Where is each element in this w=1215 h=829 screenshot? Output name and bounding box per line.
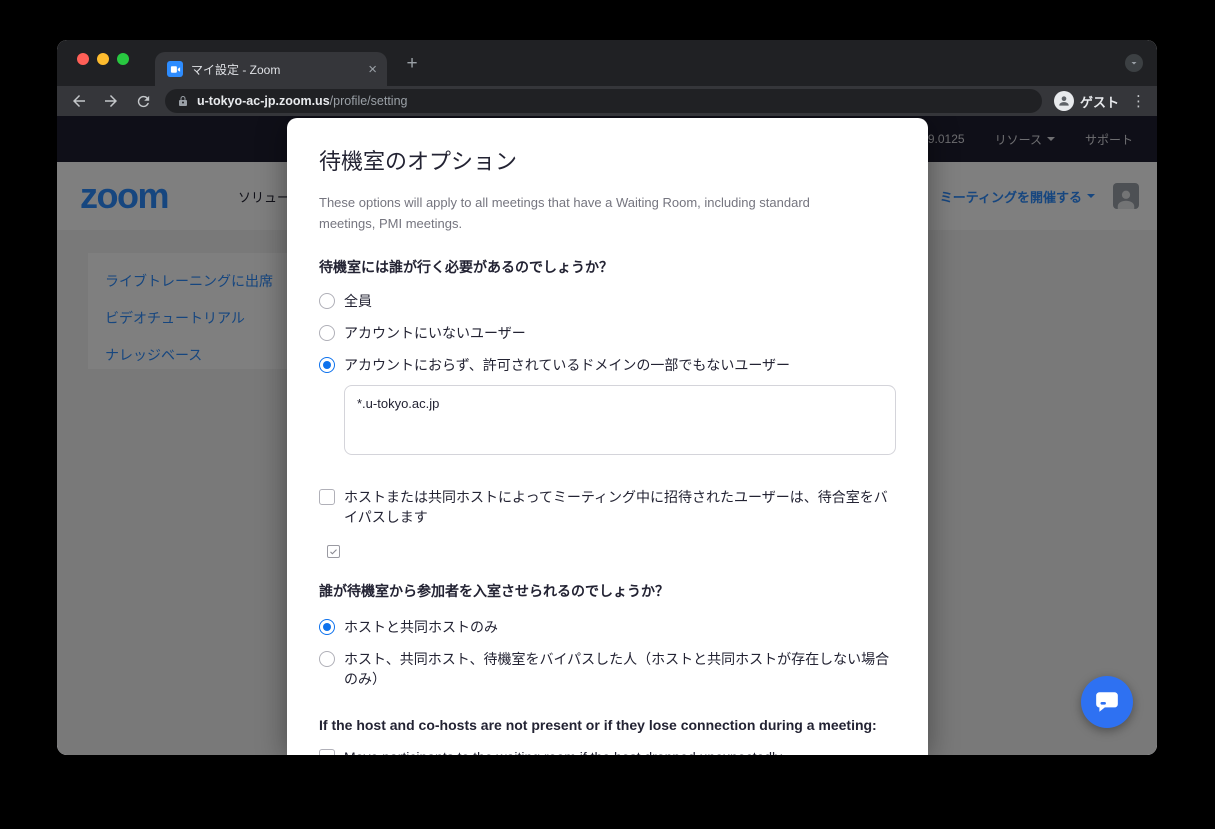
browser-toolbar: u-tokyo-ac-jp.zoom.us/profile/setting ゲス… xyxy=(57,86,1157,116)
q2-options: ホストと共同ホストのみ ホスト、共同ホスト、待機室をバイパスした人（ホストと共同… xyxy=(319,611,896,695)
reload-icon[interactable] xyxy=(133,91,153,111)
new-tab-button[interactable]: + xyxy=(401,53,423,75)
radio-users-not-in-account[interactable]: アカウントにいないユーザー xyxy=(319,317,896,349)
question-who-goes-to-waiting-room: 待機室には誰が行く必要があるのでしょうか？ xyxy=(319,257,896,277)
radio-users-not-in-account-label: アカウントにいないユーザー xyxy=(344,323,526,343)
tab-search-icon[interactable] xyxy=(1125,54,1143,72)
radio-icon[interactable] xyxy=(319,293,335,309)
maximize-window-icon[interactable] xyxy=(117,53,129,65)
close-window-icon[interactable] xyxy=(77,53,89,65)
back-icon[interactable] xyxy=(69,91,89,111)
move-participants-label: Move participants to the waiting room if… xyxy=(344,747,782,755)
small-checkbox-icon xyxy=(327,545,340,558)
lock-icon xyxy=(177,95,189,107)
checkbox-icon[interactable] xyxy=(319,749,335,755)
question-host-not-present: If the host and co-hosts are not present… xyxy=(319,717,896,733)
tab-bar: マイ設定 - Zoom × + xyxy=(57,40,1157,86)
forward-icon[interactable] xyxy=(101,91,121,111)
radio-icon[interactable] xyxy=(319,357,335,373)
radio-host-cohosts-only[interactable]: ホストと共同ホストのみ xyxy=(319,611,896,643)
checkbox-icon[interactable] xyxy=(319,489,335,505)
radio-everyone[interactable]: 全員 xyxy=(319,285,896,317)
radio-icon[interactable] xyxy=(319,651,335,667)
bypass-checkbox-label: ホストまたは共同ホストによってミーティング中に招待されたユーザーは、待合室をバイ… xyxy=(344,487,890,527)
radio-icon[interactable] xyxy=(319,325,335,341)
move-participants-checkbox-row[interactable]: Move participants to the waiting room if… xyxy=(319,741,896,755)
waiting-room-options-modal: 待機室のオプション These options will apply to al… xyxy=(287,118,928,755)
bypass-waiting-room-checkbox-row[interactable]: ホストまたは共同ホストによってミーティング中に招待されたユーザーは、待合室をバイ… xyxy=(319,481,896,533)
chat-help-button[interactable] xyxy=(1081,676,1133,728)
radio-everyone-label: 全員 xyxy=(344,291,372,311)
address-bar[interactable]: u-tokyo-ac-jp.zoom.us/profile/setting xyxy=(165,89,1042,113)
modal-description: These options will apply to all meetings… xyxy=(319,192,847,234)
modal-title: 待機室のオプション xyxy=(319,144,896,176)
minimize-window-icon[interactable] xyxy=(97,53,109,65)
question-who-can-admit: 誰が待機室から参加者を入室させられるのでしょうか？ xyxy=(319,581,896,601)
url-text: u-tokyo-ac-jp.zoom.us/profile/setting xyxy=(197,94,407,108)
browser-tab[interactable]: マイ設定 - Zoom × xyxy=(155,52,387,86)
browser-menu-icon[interactable]: ⋮ xyxy=(1131,92,1145,110)
radio-icon[interactable] xyxy=(319,619,335,635)
radio-users-not-in-allowed-domains[interactable]: アカウントにおらず、許可されているドメインの一部でもないユーザー xyxy=(319,349,896,381)
close-tab-icon[interactable]: × xyxy=(368,62,377,77)
profile-chip[interactable]: ゲスト xyxy=(1054,91,1119,111)
radio-host-cohosts-bypassers[interactable]: ホスト、共同ホスト、待機室をバイパスした人（ホストと共同ホストが存在しない場合の… xyxy=(319,643,896,695)
browser-window: マイ設定 - Zoom × + u-tokyo-ac-jp.zoom.us/pr… xyxy=(57,40,1157,755)
url-host: u-tokyo-ac-jp.zoom.us xyxy=(197,94,330,108)
q1-options: 全員 アカウントにいないユーザー アカウントにおらず、許可されているドメインの一… xyxy=(319,285,896,455)
radio-users-not-in-allowed-domains-label: アカウントにおらず、許可されているドメインの一部でもないユーザー xyxy=(344,355,790,375)
page-content: 88.799.0125 リソース サポート zoom ソリューション ミーティン… xyxy=(57,116,1157,755)
radio-host-cohosts-only-label: ホストと共同ホストのみ xyxy=(344,617,498,637)
url-path: /profile/setting xyxy=(330,94,408,108)
zoom-favicon-icon xyxy=(167,61,183,77)
guest-label: ゲスト xyxy=(1080,92,1119,111)
traffic-lights xyxy=(77,53,129,65)
allowed-domains-input[interactable]: *.u-tokyo.ac.jp xyxy=(344,385,896,455)
guest-avatar-icon xyxy=(1054,91,1074,111)
radio-host-cohosts-bypassers-label: ホスト、共同ホスト、待機室をバイパスした人（ホストと共同ホストが存在しない場合の… xyxy=(344,649,890,689)
tab-title: マイ設定 - Zoom xyxy=(191,61,362,78)
chat-bubble-icon xyxy=(1094,689,1120,715)
